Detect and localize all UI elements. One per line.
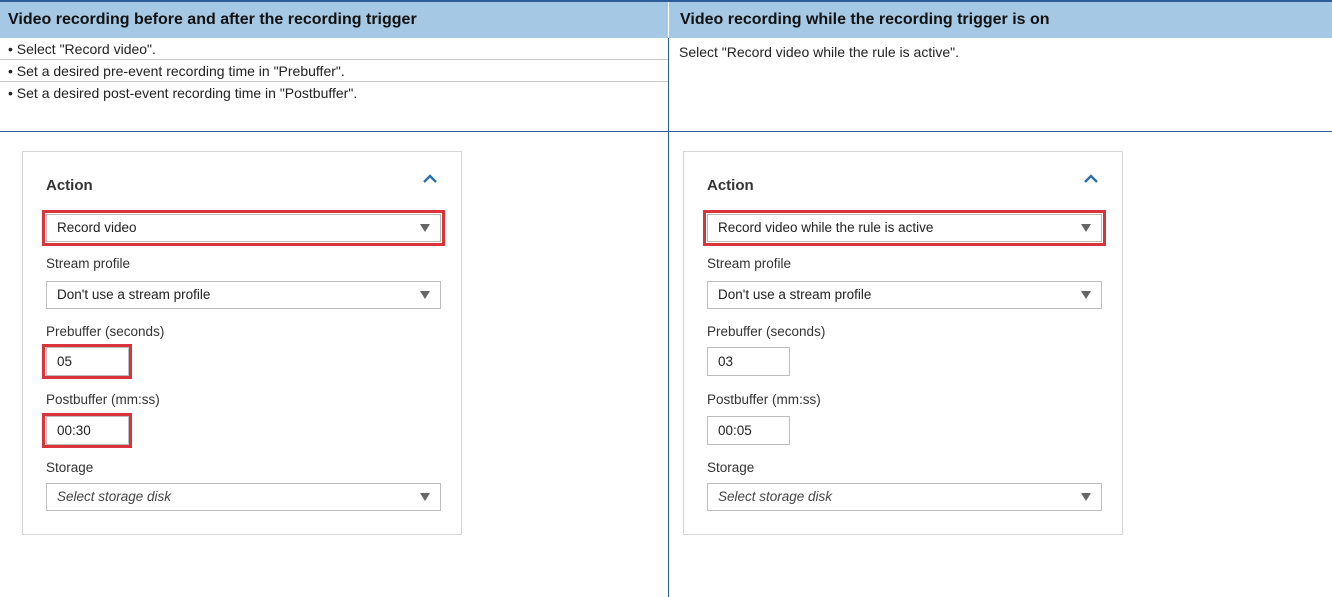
action-select[interactable]: Record video while the rule is active [707,214,1102,242]
instruction-row: • Select "Record video". • Set a desired… [0,38,1332,132]
action-select-value: Record video [57,220,137,235]
chevron-up-icon[interactable] [420,169,440,189]
stream-profile-label: Stream profile [46,256,131,271]
postbuffer-label: Postbuffer (mm:ss) [46,392,160,407]
stream-profile-label: Stream profile [707,256,792,271]
postbuffer-label: Postbuffer (mm:ss) [707,392,821,407]
caret-down-icon [420,224,430,232]
stream-profile-select[interactable]: Don't use a stream profile [707,281,1102,309]
storage-label: Storage [46,460,94,475]
chevron-up-icon[interactable] [1081,169,1101,189]
stream-profile-value: Don't use a stream profile [57,287,211,302]
caret-down-icon [420,493,430,501]
action-panel-left: Action Record video Stream profile Don't… [22,151,462,535]
storage-label: Storage [707,460,755,475]
prebuffer-input[interactable]: 03 [707,347,790,376]
stream-profile-value: Don't use a stream profile [718,287,872,302]
caret-down-icon [1081,224,1091,232]
prebuffer-label: Prebuffer (seconds) [707,324,826,339]
action-select[interactable]: Record video [46,214,441,242]
header-divider [668,2,669,38]
instruction-item: • Set a desired pre-event recording time… [0,60,668,82]
instruction-cell-right: Select "Record video while the rule is a… [679,44,959,60]
storage-select-placeholder: Select storage disk [57,489,172,504]
prebuffer-label: Prebuffer (seconds) [46,324,165,339]
instruction-item: • Select "Record video". [0,38,668,60]
postbuffer-input[interactable]: 00:05 [707,416,790,445]
stream-profile-select[interactable]: Don't use a stream profile [46,281,441,309]
action-select-value: Record video while the rule is active [718,220,934,235]
column-divider [668,38,669,597]
storage-select[interactable]: Select storage disk [707,483,1102,511]
prebuffer-input[interactable]: 05 [46,347,129,376]
caret-down-icon [420,291,430,299]
storage-select-placeholder: Select storage disk [718,489,833,504]
caret-down-icon [1081,493,1091,501]
action-panel-right: Action Record video while the rule is ac… [683,151,1123,535]
postbuffer-input[interactable]: 00:30 [46,416,129,445]
instruction-item: • Set a desired post-event recording tim… [8,85,358,101]
header-cell-before-after: Video recording before and after the rec… [8,11,417,28]
storage-select[interactable]: Select storage disk [46,483,441,511]
table-header-row: Video recording before and after the rec… [0,0,1332,38]
caret-down-icon [1081,291,1091,299]
header-cell-while-on: Video recording while the recording trig… [680,11,1050,28]
panel-title: Action [707,177,754,194]
panel-title: Action [46,177,93,194]
instruction-cell-left: • Select "Record video". • Set a desired… [0,38,668,104]
